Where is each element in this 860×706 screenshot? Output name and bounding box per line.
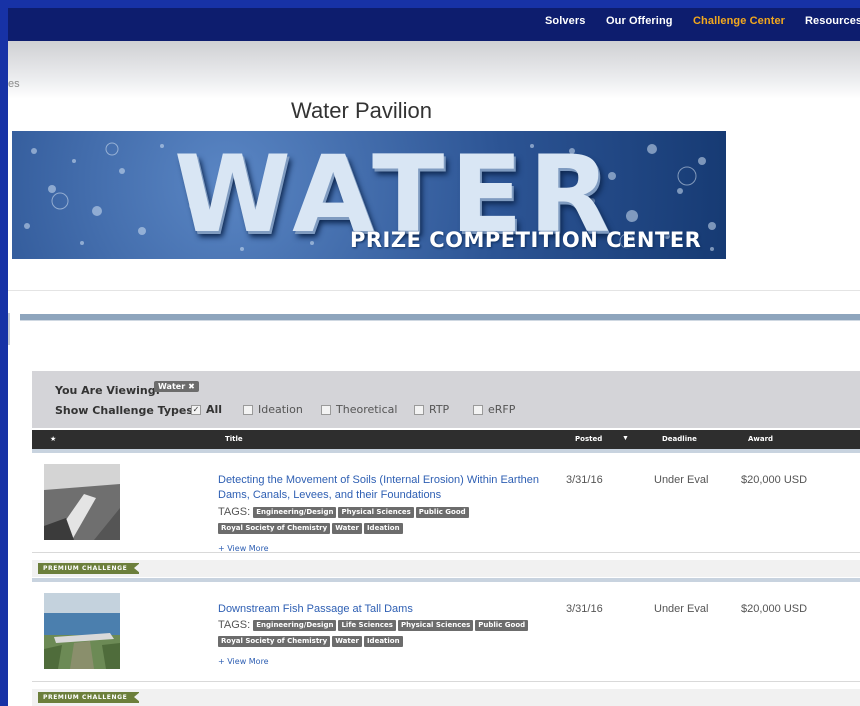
header-title[interactable]: Title	[225, 435, 243, 443]
deadline-status: Under Eval	[654, 603, 709, 615]
water-banner: WATER PRIZE COMPETITION CENTER	[12, 131, 726, 259]
tag-ideation[interactable]: Ideation	[363, 522, 403, 534]
star-column-icon[interactable]: ★	[50, 435, 56, 443]
award-amount: $20,000 USD	[741, 603, 808, 615]
type-rtp[interactable]: RTP	[414, 403, 449, 416]
checkbox-icon[interactable]	[321, 404, 331, 415]
nav-solvers[interactable]: Solvers	[545, 15, 585, 27]
tag-water[interactable]: Water	[332, 522, 362, 534]
types-label: Show Challenge Types:	[55, 404, 198, 417]
sort-caret-icon[interactable]: ▼	[622, 435, 629, 442]
award-amount: $20,000 USD	[741, 474, 808, 486]
checkbox-icon[interactable]	[243, 404, 253, 415]
posted-date: 3/31/16	[566, 474, 603, 486]
tags: TAGS: Engineering/Design Life Sciences Phy…	[218, 617, 558, 649]
header-posted[interactable]: Posted	[575, 435, 602, 443]
deadline-status: Under Eval	[654, 474, 709, 486]
tag-engineering-design[interactable]: Engineering/Design	[253, 506, 337, 518]
type-theoretical-label: Theoretical	[336, 403, 398, 416]
page-title: Water Pavilion	[291, 98, 433, 123]
remove-icon[interactable]: ✖	[188, 382, 195, 391]
header-band	[8, 41, 860, 99]
posted-date: 3/31/16	[566, 603, 603, 615]
checkbox-icon[interactable]	[414, 404, 424, 415]
left-edge-tab	[8, 313, 10, 345]
checkbox-icon[interactable]	[473, 404, 483, 415]
table-row: Detecting the Movement of Soils (Interna…	[32, 453, 860, 553]
tag-public-good[interactable]: Public Good	[475, 619, 529, 631]
challenge-title-link[interactable]: Detecting the Movement of Soils (Interna…	[218, 473, 542, 503]
tag-ideation[interactable]: Ideation	[363, 635, 403, 647]
dam-aerial-image	[44, 593, 120, 669]
tags: TAGS: Engineering/Design Physical Science…	[218, 504, 558, 536]
type-all[interactable]: ✓ All	[191, 403, 222, 416]
tag-physical-sciences[interactable]: Physical Sciences	[338, 506, 414, 518]
row-separator	[32, 681, 860, 682]
panel-header-line	[20, 320, 860, 321]
top-navigation: Solvers Our Offering Challenge Center Re…	[8, 8, 860, 41]
view-more-link[interactable]: + View More	[218, 657, 269, 666]
checkbox-checked-icon[interactable]: ✓	[191, 404, 201, 415]
tag-life-sciences[interactable]: Life Sciences	[338, 619, 396, 631]
type-erfp-label: eRFP	[488, 403, 516, 416]
challenge-filter: You Are Viewing: Water ✖ Show Challenge T…	[32, 371, 860, 428]
breadcrumb[interactable]: es	[8, 78, 20, 90]
nav-our-offering[interactable]: Our Offering	[606, 15, 673, 27]
tags-label: TAGS:	[218, 619, 251, 631]
browser-frame: Solvers Our Offering Challenge Center Re…	[8, 8, 860, 706]
table-row: Downstream Fish Passage at Tall Dams TAG…	[32, 582, 860, 681]
type-rtp-label: RTP	[429, 403, 450, 416]
viewing-chip-label: Water	[158, 382, 186, 391]
premium-row: PREMIUM CHALLENGE	[32, 560, 860, 577]
tags-label: TAGS:	[218, 506, 251, 518]
divider	[8, 290, 860, 291]
type-theoretical[interactable]: Theoretical	[321, 403, 397, 416]
banner-subtitle: PRIZE COMPETITION CENTER	[350, 228, 702, 252]
tag-royal-society[interactable]: Royal Society of Chemistry	[218, 522, 331, 534]
challenge-title-link[interactable]: Downstream Fish Passage at Tall Dams	[218, 602, 542, 617]
viewing-label: You Are Viewing:	[55, 384, 160, 397]
header-award[interactable]: Award	[748, 435, 773, 443]
tag-water[interactable]: Water	[332, 635, 362, 647]
type-all-label: All	[206, 403, 223, 416]
premium-row: PREMIUM CHALLENGE	[32, 689, 860, 706]
header-deadline[interactable]: Deadline	[662, 435, 697, 443]
tag-public-good[interactable]: Public Good	[415, 506, 469, 518]
premium-challenge-badge: PREMIUM CHALLENGE	[38, 692, 141, 703]
table-header: ★ Title Posted ▼ Deadline Award	[32, 430, 860, 449]
nav-resources[interactable]: Resources	[805, 15, 860, 27]
premium-challenge-badge: PREMIUM CHALLENGE	[38, 563, 141, 574]
viewing-chip[interactable]: Water ✖	[154, 381, 199, 392]
dam-photo-image	[44, 464, 120, 540]
row-separator	[32, 552, 860, 553]
tag-engineering-design[interactable]: Engineering/Design	[253, 619, 337, 631]
type-ideation-label: Ideation	[258, 403, 303, 416]
type-erfp[interactable]: eRFP	[473, 403, 515, 416]
challenge-thumbnail[interactable]	[44, 593, 120, 669]
tag-royal-society[interactable]: Royal Society of Chemistry	[218, 635, 331, 647]
nav-challenge-center[interactable]: Challenge Center	[693, 15, 785, 27]
type-ideation[interactable]: Ideation	[243, 403, 303, 416]
challenge-thumbnail[interactable]	[44, 464, 120, 540]
tag-physical-sciences[interactable]: Physical Sciences	[397, 619, 474, 631]
